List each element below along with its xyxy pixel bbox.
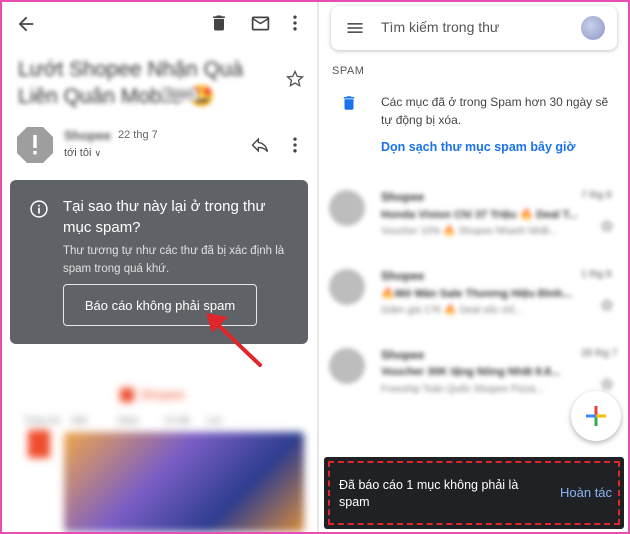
mail-sender: Shopee [381,190,425,204]
email-nav-item: Deals [118,416,139,425]
mail-snippet: Freeship Toàn Quốc Shopee Pizza... [381,384,544,395]
list-item[interactable]: Shopee 7 thg 8 Honda Vision Chỉ 37 Triệu… [319,182,628,266]
more-vert-icon[interactable] [284,10,306,36]
spam-folder-pane: Tìm kiếm trong thư SPAM Các mục đã ở tro… [319,2,628,532]
screenshot-frame: Lướt Shopee Nhận Quà Liên Quân Mobile 🤩 … [0,0,630,534]
list-item[interactable]: Shopee 1 thg 8 🔥Mở Màn Sale Thương Hiệu … [319,261,628,345]
search-placeholder[interactable]: Tìm kiếm trong thư [381,19,499,35]
email-brand: Shopee [140,387,185,402]
recipient-label[interactable]: tới tôi ∨ [64,147,101,159]
sender-avatar [329,348,365,384]
info-icon [28,198,50,220]
spam-retention-notice: Các mục đã ở trong Spam hơn 30 ngày sẽ t… [381,95,609,127]
dialog-title: Tại sao thư này lại ở trong thư mục spam… [63,198,266,236]
promo-banner-image [64,432,304,532]
back-arrow-icon[interactable] [12,10,40,38]
trash-icon [339,92,359,114]
recipient-text: tới tôi [64,147,92,159]
snackbar-message: Đã báo cáo 1 mục không phải là spam [339,478,519,509]
plus-icon [586,406,606,426]
email-nav-item: Trang chủ [24,416,60,425]
mail-date: 1 thg 8 [581,269,612,280]
undo-button[interactable]: Hoàn tác [560,485,612,500]
email-detail-pane: Lướt Shopee Nhận Quà Liên Quân Mobile 🤩 … [2,2,317,532]
search-bar[interactable]: Tìm kiếm trong thư [331,6,617,50]
section-label: SPAM [332,65,365,77]
mail-sender: Shopee [381,269,425,283]
mail-snippet: Giảm giá 17K 🔥 Deal sốc chỉ... [381,305,523,316]
email-subject: Lướt Shopee Nhận Quà Liên Quân Mobile 🤩 [18,58,244,108]
chevron-down-icon: ∨ [94,148,102,158]
mail-subject: Voucher 30K tặng Nông Nhất 8.8... [381,366,560,378]
gift-icon [28,430,50,458]
email-nav-item: Live [207,416,222,425]
sender-avatar-warning-icon [16,126,54,164]
account-avatar[interactable] [581,16,605,40]
compose-button[interactable] [571,391,621,441]
mail-subject: Honda Vision Chỉ 37 Triệu 🔥 Deal T... [381,209,578,221]
menu-icon[interactable] [345,18,365,38]
mail-sender: Shopee [381,348,425,362]
dialog-body: Thư tương tự như các thư đã bị xác định … [63,245,285,275]
email-nav-item: Ưu đãi [165,416,190,425]
annotation-arrow [206,313,262,367]
mail-subject: 🔥Mở Màn Sale Thương Hiệu Đình... [381,288,572,300]
sender-name: Shopee [64,128,111,143]
star-icon[interactable] [283,67,307,91]
mail-date: 28 thg 7 [581,348,618,359]
mail-icon[interactable] [247,10,273,36]
star-icon[interactable] [599,218,615,234]
mail-date: 7 thg 8 [581,190,612,201]
trash-icon[interactable] [206,10,232,36]
snackbar: Đã báo cáo 1 mục không phải là spam Hoàn… [324,457,624,529]
shopee-logo-icon [120,388,134,402]
sender-avatar [329,190,365,226]
email-nav-item: Mall [72,416,87,425]
email-date: 22 thg 7 [118,129,158,141]
mail-snippet: Voucher 10% 🔥 Shopee Nhanh Nhất... [381,226,558,237]
sender-avatar [329,269,365,305]
spam-label-badge: Spam [162,88,199,101]
more-vert-icon[interactable] [284,132,306,158]
star-icon[interactable] [599,376,615,392]
reply-icon[interactable] [247,132,273,158]
empty-spam-link[interactable]: Dọn sạch thư mục spam bây giờ [381,140,575,154]
star-icon[interactable] [599,297,615,313]
